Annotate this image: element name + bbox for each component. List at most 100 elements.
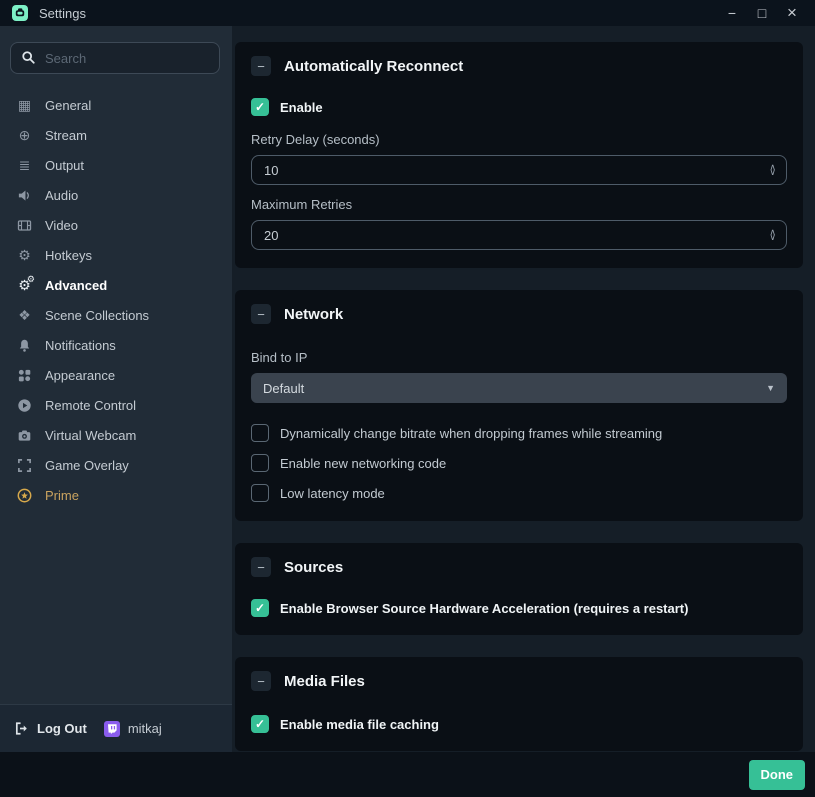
- bind-to-ip-label: Bind to IP: [251, 350, 787, 365]
- sidebar-nav: ▦ General ⊕ Stream ≣ Output Audio: [0, 80, 232, 510]
- network-options: ✓ Dynamically change bitrate when droppi…: [251, 423, 787, 503]
- section-automatically-reconnect: − Automatically Reconnect ✓ Enable Retry…: [235, 42, 803, 268]
- sidebar-item-general[interactable]: ▦ General: [0, 90, 232, 120]
- prime-star-icon: [16, 488, 33, 503]
- scenes-icon: ❖: [16, 308, 33, 322]
- sidebar-item-label: Virtual Webcam: [45, 428, 136, 443]
- sidebar-item-virtual-webcam[interactable]: Virtual Webcam: [0, 420, 232, 450]
- shapes-icon: [16, 368, 33, 383]
- select-value: Default: [263, 381, 766, 396]
- log-out-button[interactable]: Log Out: [14, 721, 87, 736]
- maximum-retries-input[interactable]: [252, 228, 769, 243]
- gears-icon: ⚙⚙: [16, 278, 33, 292]
- logout-icon: [14, 721, 29, 736]
- sidebar-item-appearance[interactable]: Appearance: [0, 360, 232, 390]
- settings-sidebar: ▦ General ⊕ Stream ≣ Output Audio: [0, 26, 232, 752]
- retry-delay-stepper[interactable]: ∧ ∨: [769, 165, 776, 175]
- levels-icon: ≣: [16, 158, 33, 172]
- window-title: Settings: [39, 6, 86, 21]
- expand-icon: [16, 458, 33, 473]
- account-info: mitkaj: [104, 721, 162, 737]
- section-title: Automatically Reconnect: [284, 58, 463, 75]
- close-button[interactable]: ×: [777, 1, 807, 25]
- footer-bar: Done: [0, 752, 815, 797]
- play-circle-icon: [16, 398, 33, 413]
- section-title: Sources: [284, 559, 343, 576]
- maximize-button[interactable]: □: [747, 1, 777, 25]
- sidebar-item-label: General: [45, 98, 91, 113]
- sidebar-item-advanced[interactable]: ⚙⚙ Advanced: [0, 270, 232, 300]
- retry-delay-label: Retry Delay (seconds): [251, 132, 787, 147]
- retry-delay-input[interactable]: [252, 163, 769, 178]
- media-file-caching-checkbox[interactable]: ✓: [251, 715, 269, 733]
- twitch-icon: [104, 721, 120, 737]
- sidebar-item-hotkeys[interactable]: ⚙ Hotkeys: [0, 240, 232, 270]
- sidebar-item-label: Stream: [45, 128, 87, 143]
- section-title: Network: [284, 306, 343, 323]
- new-networking-code-checkbox[interactable]: ✓: [251, 454, 269, 472]
- sidebar-item-video[interactable]: Video: [0, 210, 232, 240]
- done-button[interactable]: Done: [749, 760, 806, 790]
- checkbox-label: Enable media file caching: [280, 717, 439, 732]
- settings-content: − Automatically Reconnect ✓ Enable Retry…: [232, 26, 815, 752]
- sidebar-item-label: Video: [45, 218, 78, 233]
- dynamic-bitrate-checkbox[interactable]: ✓: [251, 424, 269, 442]
- sidebar-item-audio[interactable]: Audio: [0, 180, 232, 210]
- sidebar-item-scene-collections[interactable]: ❖ Scene Collections: [0, 300, 232, 330]
- sidebar-item-label: Scene Collections: [45, 308, 149, 323]
- dynamic-bitrate-row: ✓ Dynamically change bitrate when droppi…: [251, 423, 787, 443]
- search-box: [10, 42, 220, 74]
- sidebar-item-output[interactable]: ≣ Output: [0, 150, 232, 180]
- streamlabs-logo-icon: [12, 5, 28, 21]
- titlebar: Settings − □ ×: [0, 0, 815, 26]
- log-out-label: Log Out: [37, 721, 87, 736]
- bind-to-ip-select[interactable]: Default ▼: [251, 373, 787, 403]
- sidebar-item-notifications[interactable]: Notifications: [0, 330, 232, 360]
- sidebar-item-label: Remote Control: [45, 398, 136, 413]
- check-icon: ✓: [255, 602, 265, 614]
- checkbox-label: Dynamically change bitrate when dropping…: [280, 426, 662, 441]
- collapse-button[interactable]: −: [251, 671, 271, 691]
- checkbox-label: Low latency mode: [280, 486, 385, 501]
- search-input[interactable]: [10, 42, 220, 74]
- username: mitkaj: [128, 721, 162, 736]
- sidebar-item-label: Appearance: [45, 368, 115, 383]
- sidebar-item-prime[interactable]: Prime: [0, 480, 232, 510]
- grid-icon: ▦: [16, 98, 33, 112]
- chevron-down-icon: ∨: [769, 235, 776, 240]
- speaker-icon: [16, 188, 33, 203]
- low-latency-mode-row: ✓ Low latency mode: [251, 483, 787, 503]
- new-networking-code-row: ✓ Enable new networking code: [251, 453, 787, 473]
- window-controls: − □ ×: [717, 1, 807, 25]
- media-file-caching-row: ✓ Enable media file caching: [251, 715, 787, 733]
- low-latency-mode-checkbox[interactable]: ✓: [251, 484, 269, 502]
- check-icon: ✓: [255, 718, 265, 730]
- section-sources: − Sources ✓ Enable Browser Source Hardwa…: [235, 543, 803, 635]
- enable-reconnect-checkbox[interactable]: ✓: [251, 98, 269, 116]
- sidebar-item-stream[interactable]: ⊕ Stream: [0, 120, 232, 150]
- sidebar-item-label: Game Overlay: [45, 458, 129, 473]
- maximum-retries-stepper[interactable]: ∧ ∨: [769, 230, 776, 240]
- browser-source-hw-accel-row: ✓ Enable Browser Source Hardware Acceler…: [251, 599, 787, 617]
- browser-source-hw-accel-checkbox[interactable]: ✓: [251, 599, 269, 617]
- sidebar-item-label: Output: [45, 158, 84, 173]
- minimize-button[interactable]: −: [717, 1, 747, 25]
- checkbox-label: Enable: [280, 100, 323, 115]
- sidebar-item-label: Hotkeys: [45, 248, 92, 263]
- sidebar-footer: Log Out mitkaj: [0, 704, 232, 752]
- sidebar-item-label: Notifications: [45, 338, 116, 353]
- enable-reconnect-row: ✓ Enable: [251, 98, 787, 116]
- sidebar-item-label: Prime: [45, 488, 79, 503]
- gear-icon: ⚙: [16, 248, 33, 262]
- bell-icon: [16, 338, 33, 353]
- sidebar-item-label: Advanced: [45, 278, 107, 293]
- maximum-retries-label: Maximum Retries: [251, 197, 787, 212]
- collapse-button[interactable]: −: [251, 56, 271, 76]
- collapse-button[interactable]: −: [251, 557, 271, 577]
- retry-delay-field: ∧ ∨: [251, 155, 787, 185]
- collapse-button[interactable]: −: [251, 304, 271, 324]
- checkbox-label: Enable Browser Source Hardware Accelerat…: [280, 601, 688, 616]
- section-title: Media Files: [284, 673, 365, 690]
- sidebar-item-remote-control[interactable]: Remote Control: [0, 390, 232, 420]
- sidebar-item-game-overlay[interactable]: Game Overlay: [0, 450, 232, 480]
